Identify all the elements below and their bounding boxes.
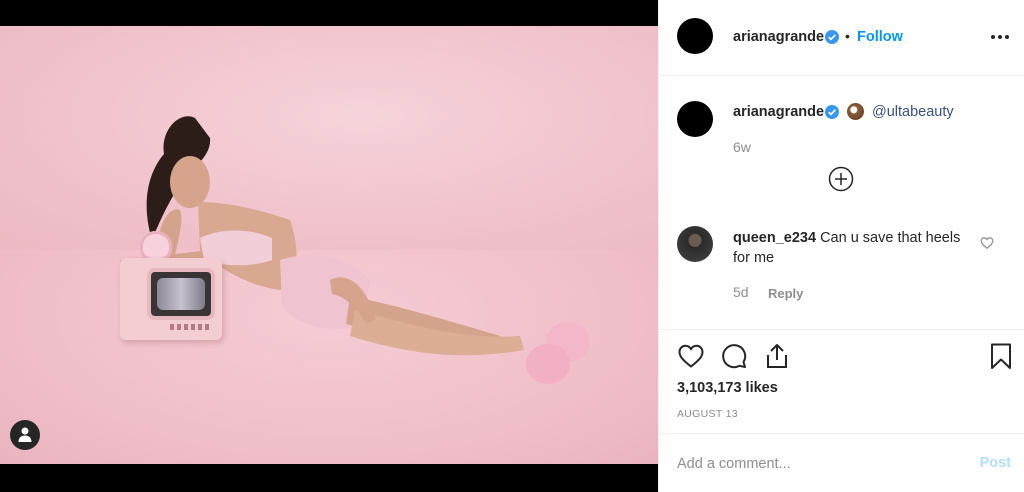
commenter-username[interactable]: queen_e234: [733, 230, 816, 246]
tv-screen: [147, 268, 215, 320]
likes-count[interactable]: 3,103,173 likes: [677, 380, 778, 396]
caption-author-avatar[interactable]: [677, 101, 713, 137]
comment-text-block: queen_e234 Can u save that heels for me: [733, 228, 963, 268]
author-username[interactable]: arianagrande: [733, 29, 824, 45]
share-icon[interactable]: [763, 342, 791, 370]
commenter-avatar[interactable]: [677, 226, 713, 262]
add-comment-bar: Post: [659, 433, 1024, 492]
caption-mention-link[interactable]: @ultabeauty: [872, 104, 954, 120]
post-header: arianagrande • Follow: [659, 0, 1024, 76]
tv-knobs: [170, 324, 210, 330]
photo-figure: [120, 116, 590, 384]
user-tag-icon[interactable]: [10, 420, 40, 450]
reply-button[interactable]: Reply: [768, 286, 803, 301]
caption-author-username[interactable]: arianagrande: [733, 104, 824, 120]
follow-button[interactable]: Follow: [857, 29, 903, 45]
plus-circle-icon[interactable]: [828, 166, 854, 192]
post-side-panel: arianagrande • Follow arianagrande @ulta…: [658, 0, 1024, 492]
post-photo[interactable]: [0, 26, 658, 464]
more-options-icon[interactable]: [991, 29, 1011, 45]
comment-like-heart-icon[interactable]: [980, 236, 994, 250]
add-comment-input[interactable]: [677, 452, 957, 476]
post-actions-section: 3,103,173 likes AUGUST 13: [659, 329, 1024, 433]
verified-badge-icon: [825, 105, 839, 119]
comment-bubble-icon[interactable]: [720, 342, 748, 370]
toy-figurine: [140, 231, 172, 261]
pink-tv-prop: [120, 258, 222, 340]
separator-dot: •: [845, 28, 850, 44]
post-comment-button[interactable]: Post: [980, 455, 1011, 471]
author-avatar[interactable]: [677, 18, 713, 54]
post-date[interactable]: AUGUST 13: [677, 408, 738, 420]
verified-badge-icon: [825, 30, 839, 44]
caption-timestamp[interactable]: 6w: [733, 139, 751, 155]
post-media-panel: [0, 0, 658, 492]
coconut-emoji-icon: [847, 103, 864, 120]
heart-icon[interactable]: [677, 342, 705, 370]
comment-timestamp[interactable]: 5d: [733, 284, 749, 300]
bookmark-icon[interactable]: [987, 342, 1015, 370]
